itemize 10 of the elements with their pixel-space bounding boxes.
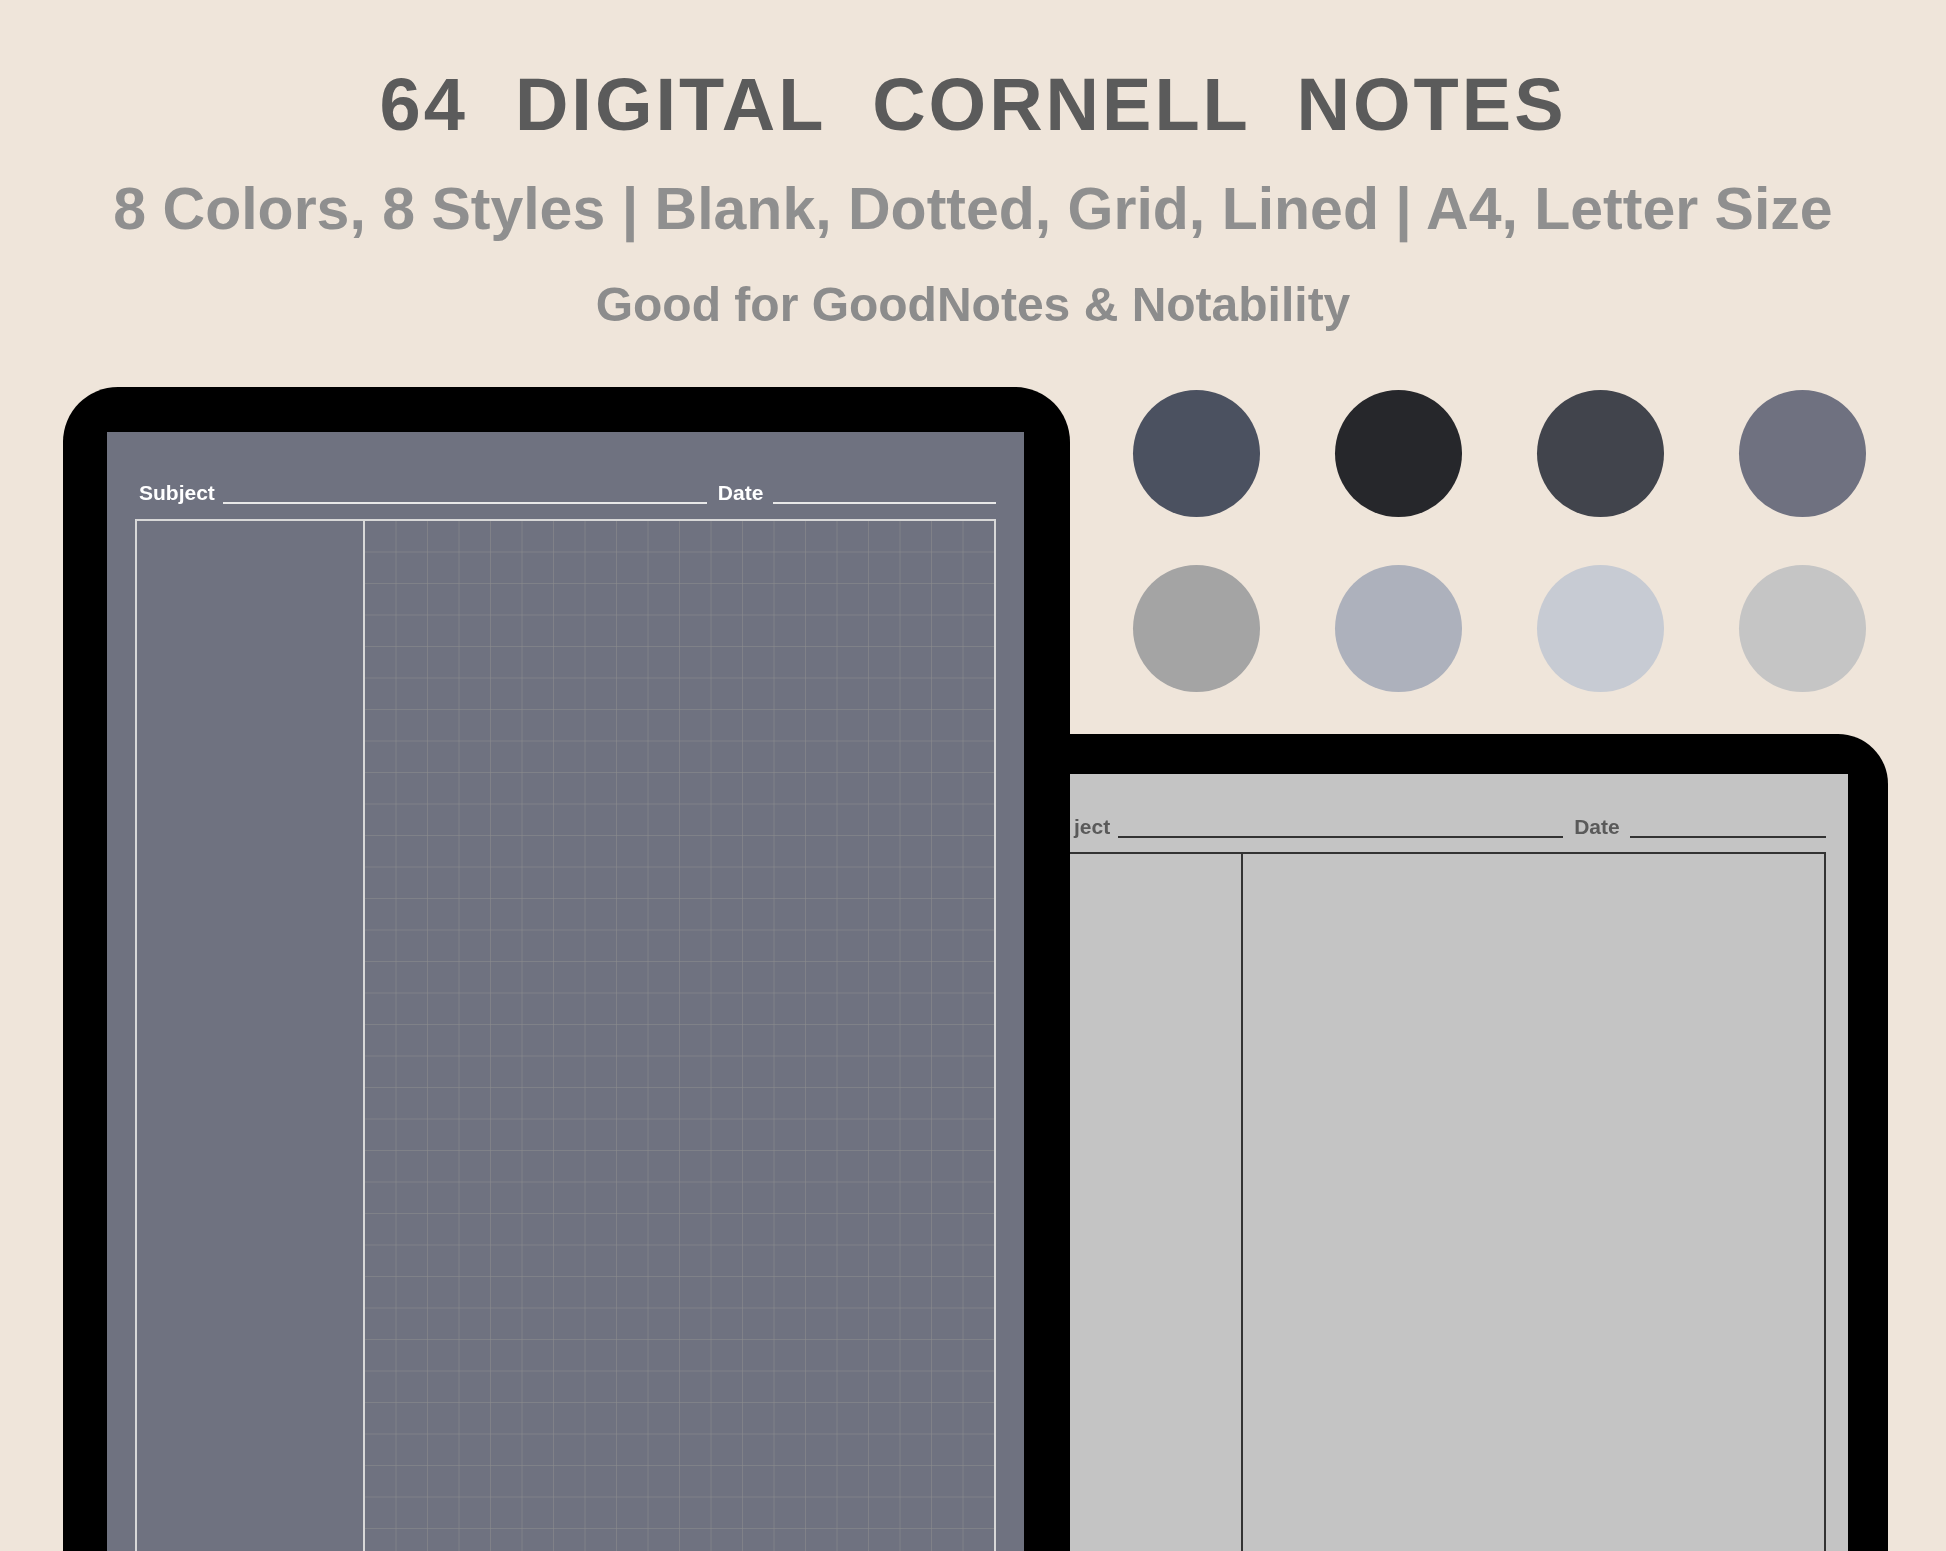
subject-label: Subject — [138, 479, 215, 506]
subject-line[interactable] — [222, 502, 707, 504]
date-label: Date — [1574, 813, 1620, 840]
compatibility-note: Good for GoodNotes & Notability — [595, 281, 1351, 329]
subject-line[interactable] — [1118, 836, 1564, 838]
subject-label: ject — [1072, 813, 1111, 840]
date-line[interactable] — [1629, 836, 1826, 838]
date-label: Date — [717, 479, 764, 506]
title: 64 DIGITAL CORNELL NOTES — [379, 68, 1567, 142]
date-line[interactable] — [773, 502, 996, 504]
